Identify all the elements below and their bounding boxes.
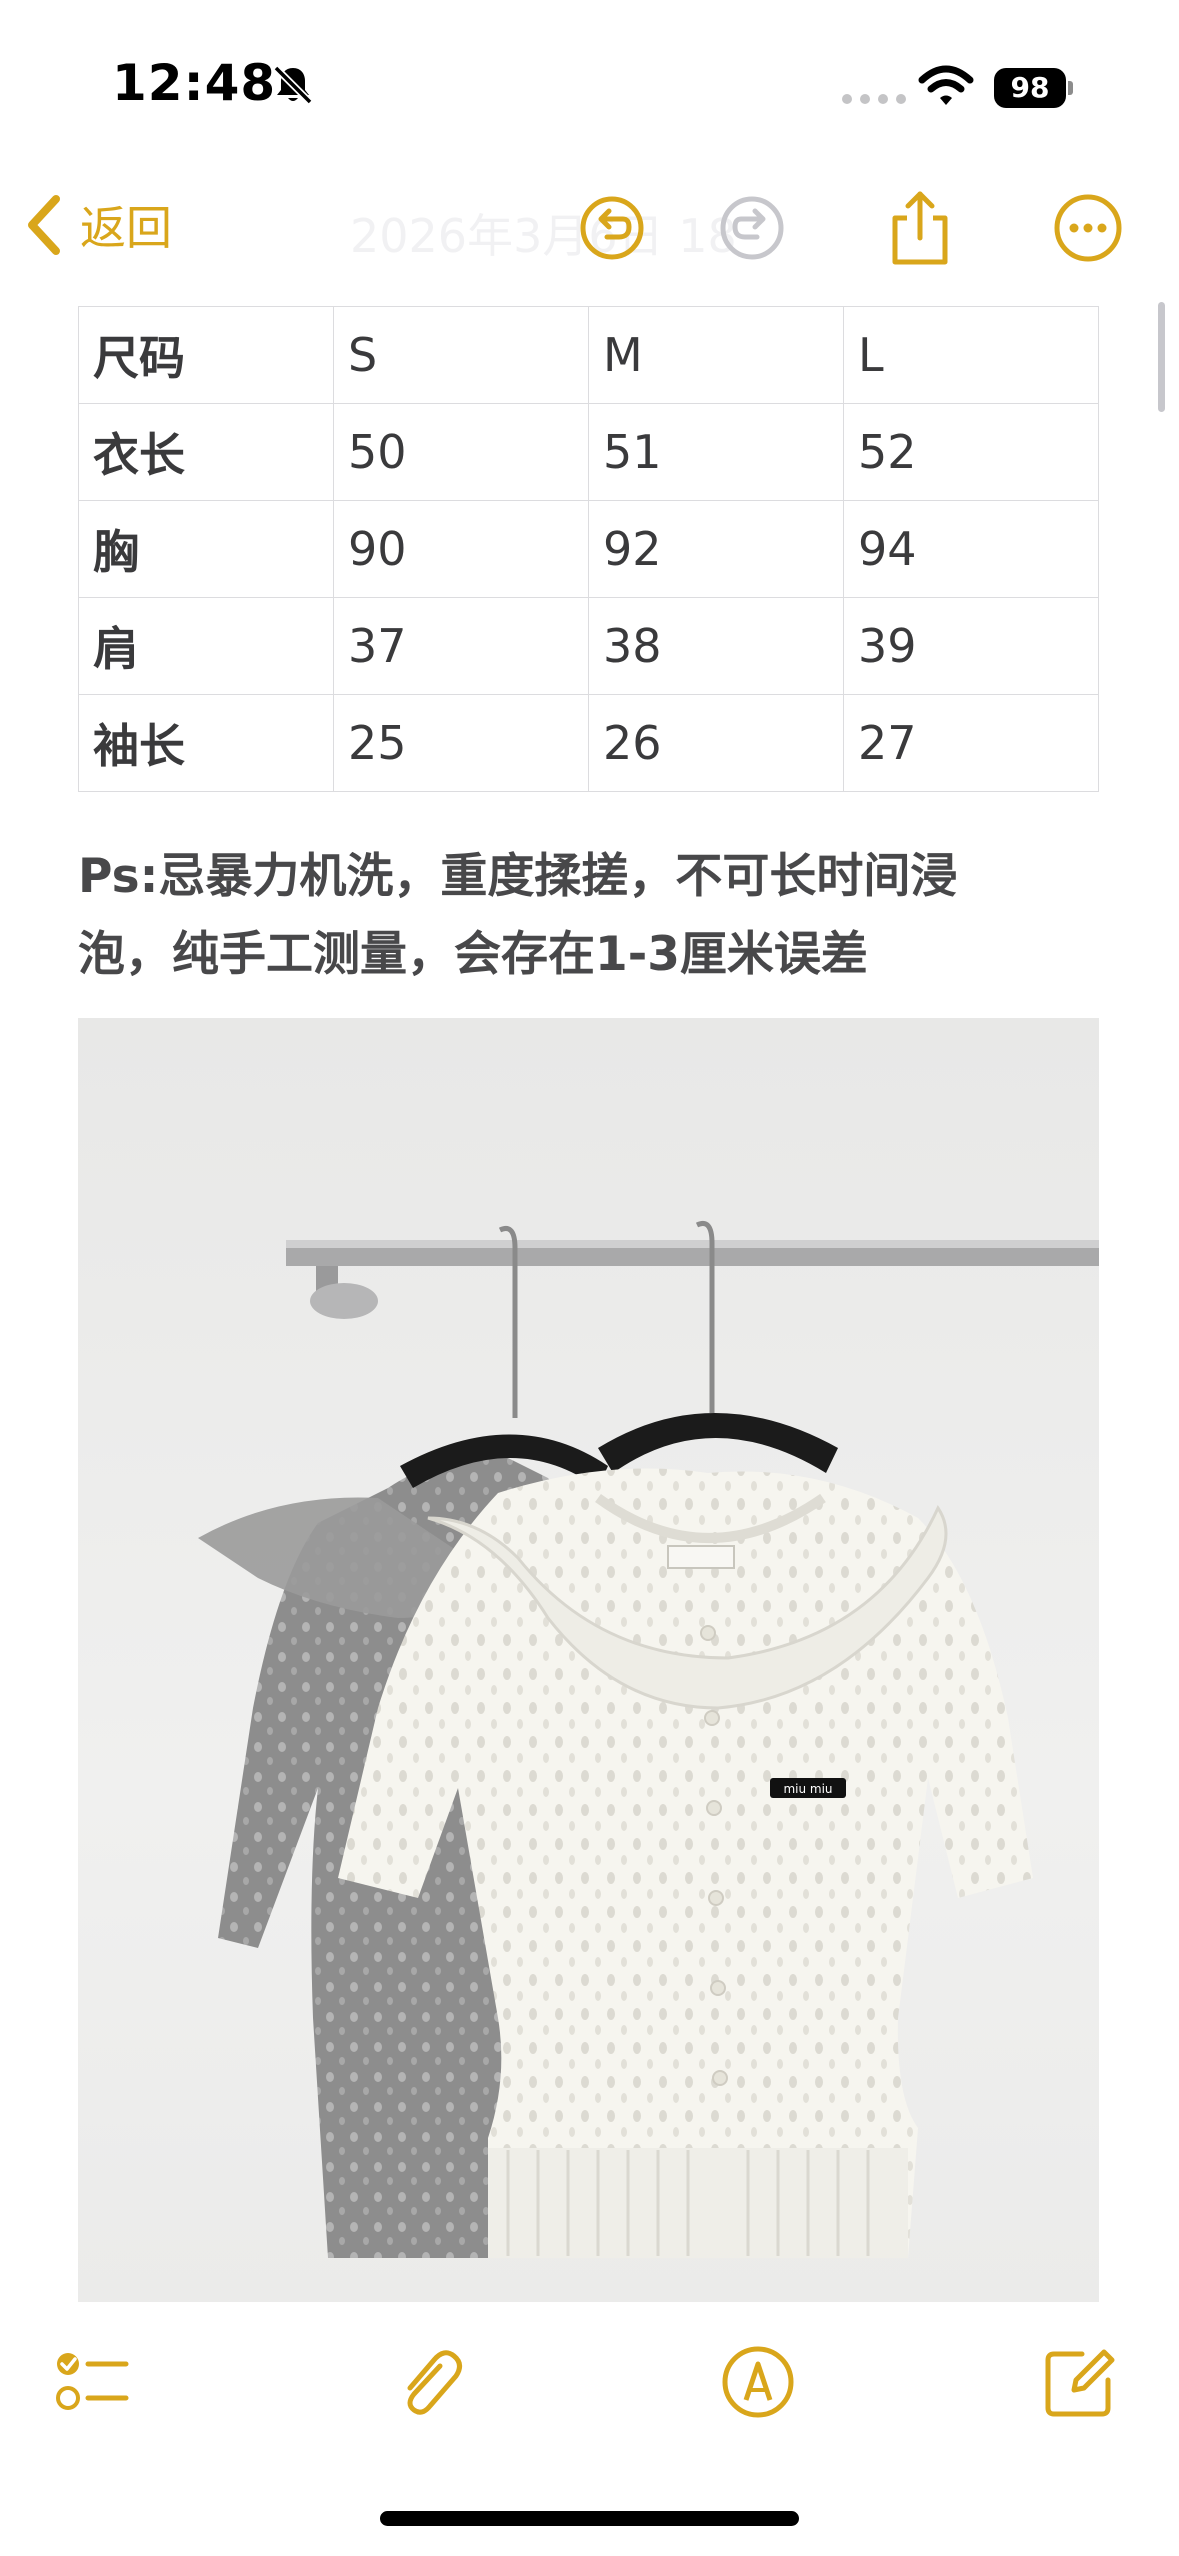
table-cell: 94 [843, 500, 1099, 598]
product-photo[interactable]: miu miu [78, 1018, 1099, 2302]
table-row: 肩 37 38 39 [78, 597, 1099, 695]
table-row: 衣长 50 51 52 [78, 403, 1099, 501]
table-cell: 袖长 [78, 694, 334, 792]
care-note-line: Ps:忌暴力机洗，重度揉搓，不可长时间浸 [78, 849, 958, 904]
wifi-icon [918, 65, 974, 105]
table-cell: 39 [843, 597, 1099, 695]
redo-icon [720, 196, 784, 260]
redo-button[interactable] [712, 188, 792, 268]
table-row: 胸 90 92 94 [78, 500, 1099, 598]
table-row: 尺码 S M L [78, 306, 1099, 404]
chevron-left-icon [28, 195, 60, 255]
size-table: 尺码 S M L 衣长 50 51 52 胸 90 92 94 肩 37 38 … [78, 306, 1099, 792]
battery-level: 98 [994, 68, 1066, 108]
table-cell: 胸 [78, 500, 334, 598]
compose-button[interactable] [1040, 2342, 1120, 2422]
undo-button[interactable] [572, 188, 652, 268]
table-cell: 肩 [78, 597, 334, 695]
compose-icon [1045, 2349, 1115, 2417]
brand-label: miu miu [783, 1782, 832, 1796]
markup-button[interactable] [718, 2342, 798, 2422]
table-cell: 26 [588, 694, 844, 792]
table-cell: L [843, 306, 1099, 404]
more-icon [1054, 194, 1122, 262]
care-note[interactable]: Ps:忌暴力机洗，重度揉搓，不可长时间浸 泡，纯手工测量，会存在1-3厘米误差 [78, 838, 1099, 994]
table-cell: 尺码 [78, 306, 334, 404]
table-cell: 27 [843, 694, 1099, 792]
table-cell: S [333, 306, 589, 404]
markup-icon [722, 2346, 794, 2418]
care-note-line: 泡，纯手工测量，会存在1-3厘米误差 [78, 927, 868, 982]
bottom-toolbar [0, 2320, 1179, 2440]
note-date-title: 2026年3月6日 18 [350, 209, 737, 263]
table-cell: M [588, 306, 844, 404]
table-cell: 38 [588, 597, 844, 695]
table-cell: 衣长 [78, 403, 334, 501]
checklist-icon [56, 2353, 129, 2410]
home-indicator[interactable] [380, 2511, 799, 2526]
table-cell: 37 [333, 597, 589, 695]
knit-cardigans-image: miu miu [198, 1221, 1099, 2258]
attachment-button[interactable] [390, 2342, 470, 2422]
table-row: 袖长 25 26 27 [78, 694, 1099, 792]
bell-slash-icon [273, 65, 313, 105]
battery-icon: 98 [994, 68, 1074, 108]
back-button[interactable]: 返回 [24, 192, 172, 258]
checklist-button[interactable] [52, 2342, 132, 2422]
nav-bar: 返回 2026年3月6日 18 [0, 170, 1179, 290]
scroll-indicator[interactable] [1158, 302, 1165, 412]
status-time: 12:48 [112, 54, 277, 112]
share-button[interactable] [880, 188, 960, 268]
table-cell: 51 [588, 403, 844, 501]
table-cell: 25 [333, 694, 589, 792]
undo-icon [580, 196, 644, 260]
table-cell: 92 [588, 500, 844, 598]
back-label: 返回 [80, 201, 172, 255]
paperclip-icon [407, 2350, 462, 2415]
status-bar: 12:48 98 [0, 0, 1179, 170]
table-cell: 90 [333, 500, 589, 598]
table-cell: 52 [843, 403, 1099, 501]
signal-dots-icon [842, 94, 906, 104]
table-cell: 50 [333, 403, 589, 501]
more-button[interactable] [1048, 188, 1128, 268]
share-icon [892, 191, 948, 265]
